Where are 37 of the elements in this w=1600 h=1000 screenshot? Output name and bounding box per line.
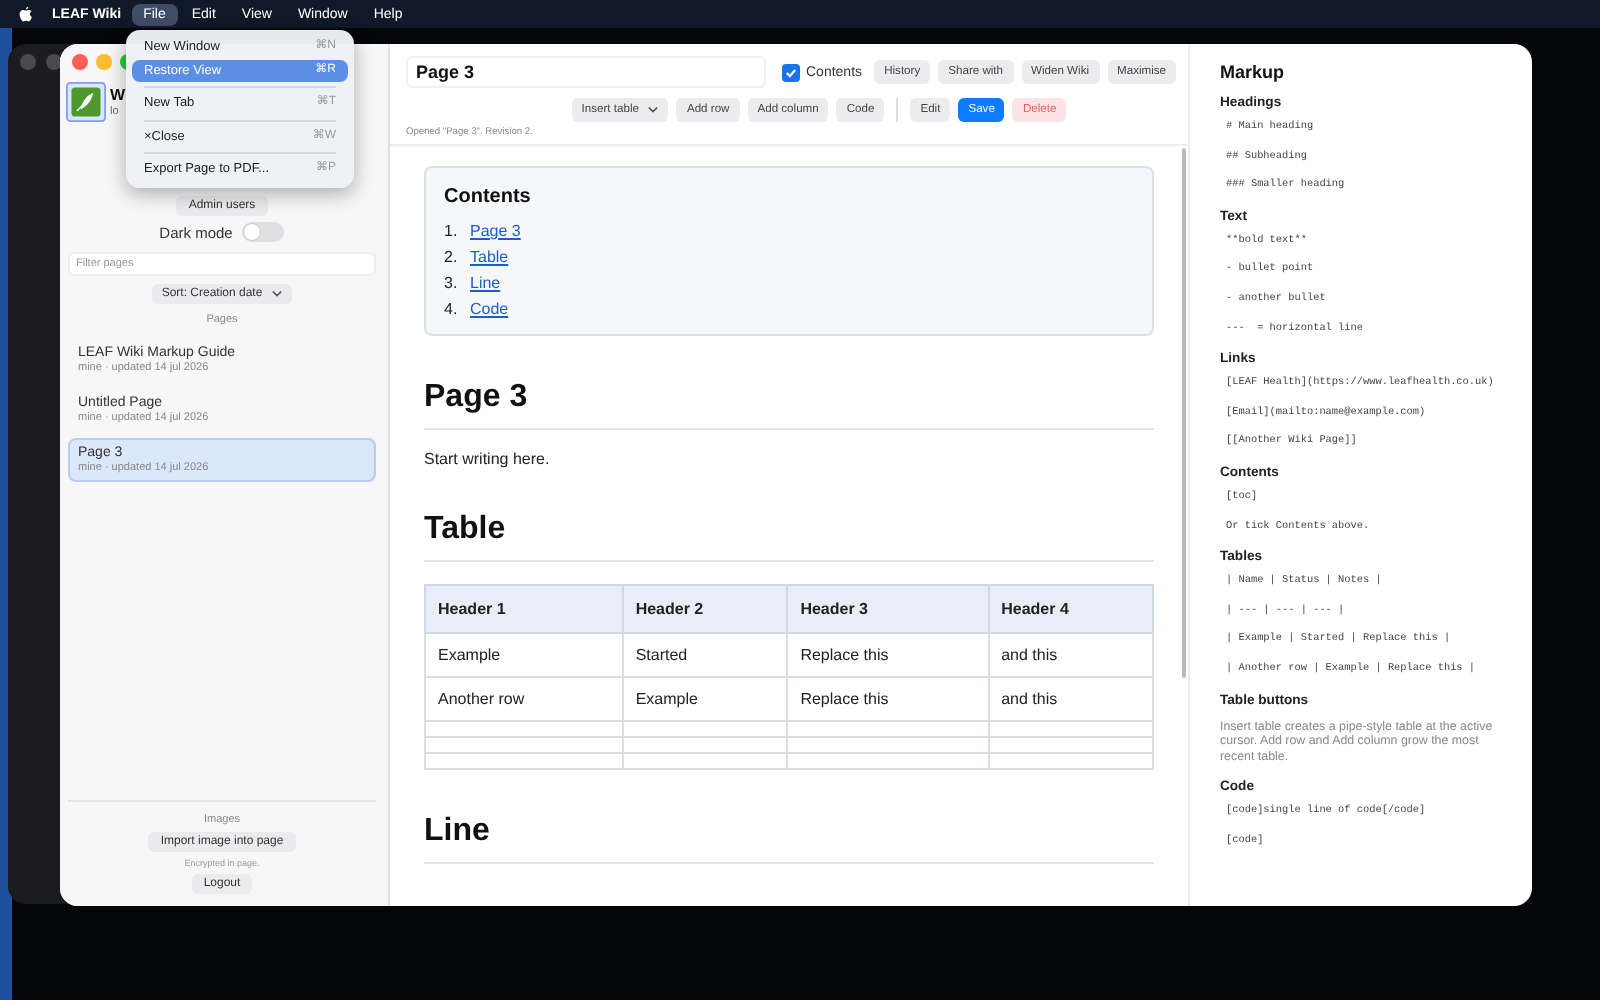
section-heading: Table xyxy=(424,512,1154,562)
chevron-down-icon xyxy=(272,290,283,298)
table-cell: Example xyxy=(622,677,788,721)
contents-checkbox[interactable] xyxy=(782,63,800,81)
table-cell: Started xyxy=(622,633,788,677)
table-header-cell: Header 1 xyxy=(425,585,623,633)
list-number: 3. xyxy=(444,272,458,296)
table-header-cell: Header 2 xyxy=(622,585,788,633)
leaf-logo-icon xyxy=(66,82,106,122)
table-cell: Replace this xyxy=(787,633,989,677)
table-header-cell: Header 4 xyxy=(988,585,1153,633)
table-cell: Replace this xyxy=(787,677,989,721)
table-header-cell: Header 3 xyxy=(787,585,989,633)
table-cell: Another row xyxy=(425,677,623,721)
contents-title: Contents xyxy=(444,186,533,208)
page-title-field[interactable]: Page 3 xyxy=(406,56,766,88)
table-cell: and this xyxy=(988,677,1153,721)
table-cell: and this xyxy=(988,633,1153,677)
paragraph: Start writing here. xyxy=(424,450,552,468)
chevron-down-icon xyxy=(648,106,659,114)
close-window-button[interactable] xyxy=(72,54,88,70)
minimize-window-button[interactable] xyxy=(96,54,112,70)
section-heading: Page 3 xyxy=(424,380,1154,430)
wiki-title: W xyxy=(110,86,126,106)
apple-icon[interactable] xyxy=(18,5,34,23)
table-cell: Example xyxy=(425,633,623,677)
dark-mode-toggle[interactable] xyxy=(242,222,285,242)
list-number: 2. xyxy=(444,246,458,270)
section-heading: Line xyxy=(424,814,1154,864)
contents-link[interactable]: Table xyxy=(470,244,509,270)
contents-link[interactable]: Line xyxy=(470,270,501,296)
contents-link[interactable]: Page 3 xyxy=(470,218,521,244)
contents-link[interactable]: Code xyxy=(470,296,509,322)
list-number: 1. xyxy=(444,220,458,244)
scrollbar[interactable] xyxy=(1182,148,1186,678)
markup-title: Markup xyxy=(1220,62,1287,82)
list-number: 4. xyxy=(444,298,458,322)
